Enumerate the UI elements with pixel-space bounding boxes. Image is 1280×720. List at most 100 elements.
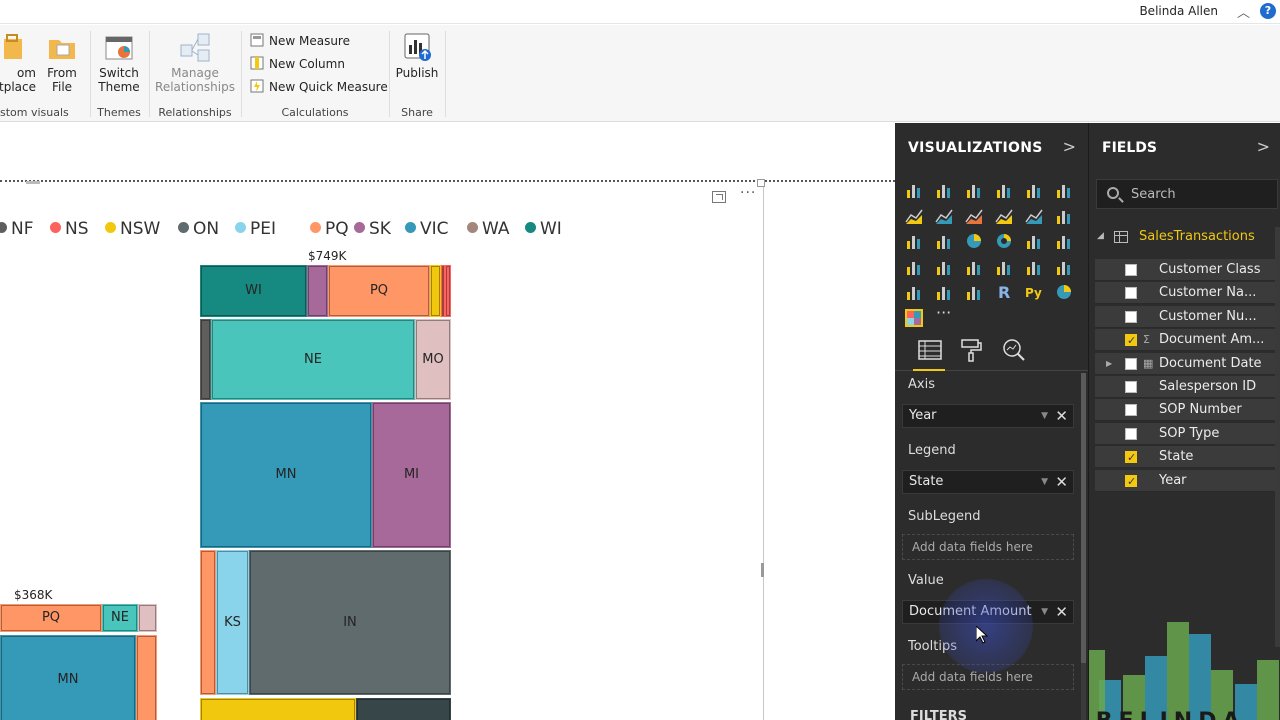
field-checkbox[interactable]	[1125, 310, 1137, 323]
field-item[interactable]: Σ Document Am...	[1095, 329, 1275, 352]
field-checkbox[interactable]	[1125, 471, 1137, 493]
field-item[interactable]: State	[1095, 446, 1275, 469]
kpi-icon[interactable]	[1055, 258, 1073, 276]
new-measure-button[interactable]: New Measure	[250, 32, 350, 50]
chart-segment-pq2[interactable]: PQ	[0, 604, 102, 632]
card-icon[interactable]	[995, 258, 1013, 276]
format-paint-roller-icon[interactable]	[958, 337, 984, 363]
chart-segment-pq[interactable]: PQ	[328, 265, 430, 317]
user-name[interactable]: Belinda Allen	[1139, 4, 1218, 18]
pie-icon[interactable]	[965, 232, 983, 250]
legend-item-wi[interactable]: WI	[525, 219, 562, 239]
field-item[interactable]: Customer Class	[1095, 259, 1275, 281]
ribbon-chart-icon[interactable]	[1055, 207, 1073, 225]
chart-segment-ks[interactable]: KS	[216, 550, 249, 695]
legend-item-nf[interactable]: NF	[0, 219, 34, 239]
chart-segment-dark[interactable]	[356, 698, 451, 720]
stacked-column-icon[interactable]	[935, 181, 953, 199]
filled-map-icon[interactable]	[905, 258, 923, 276]
remove-field-icon[interactable]: ✕	[1055, 471, 1068, 493]
field-checkbox[interactable]	[1125, 427, 1137, 440]
fields-tab-icon[interactable]	[917, 337, 943, 363]
remove-field-icon[interactable]: ✕	[1055, 601, 1068, 623]
field-checkbox[interactable]	[1125, 287, 1137, 300]
field-checkbox[interactable]	[1125, 357, 1137, 370]
axis-well-field[interactable]: Year ▼ ✕	[902, 404, 1074, 428]
manage-relationships-button[interactable]: Manage Relationships	[154, 31, 236, 94]
field-item[interactable]: Year	[1095, 469, 1275, 493]
treemap-icon[interactable]	[1025, 232, 1043, 250]
field-item[interactable]: ▶ ▦ Document Date	[1095, 352, 1275, 375]
field-item[interactable]: Customer Na...	[1095, 282, 1275, 305]
legend-item-sk[interactable]: SK	[354, 219, 391, 239]
area-chart-icon[interactable]	[935, 207, 953, 225]
report-canvas[interactable]: ··· NF NS NSW ON PEI PQ SK VIC WA WI WI PQ NE MO MN MI…	[0, 123, 895, 720]
filters-title[interactable]: FILTERS	[910, 709, 967, 720]
donut-icon[interactable]	[995, 232, 1013, 250]
multirow-card-icon[interactable]	[1025, 258, 1043, 276]
table-node[interactable]: ◢ SalesTransactions	[1089, 227, 1280, 249]
chart-segment-in[interactable]: IN	[249, 550, 451, 695]
legend-item-pei[interactable]: PEI	[235, 219, 276, 239]
expand-triangle-icon[interactable]: ▶	[1106, 353, 1112, 375]
more-visuals-icon[interactable]: ···	[936, 303, 951, 322]
chart-segment-mo[interactable]	[138, 604, 157, 632]
remove-field-icon[interactable]: ✕	[1055, 405, 1068, 427]
wells-scrollbar[interactable]	[1081, 373, 1086, 720]
legend-item-vic[interactable]: VIC	[405, 219, 449, 239]
collapse-ribbon-icon[interactable]: ︿	[1237, 2, 1250, 21]
field-item[interactable]: SOP Number	[1095, 399, 1275, 422]
visual-drag-handle[interactable]	[26, 181, 40, 184]
publish-button[interactable]: Publish	[393, 31, 441, 80]
legend-item-pq[interactable]: PQ	[310, 219, 349, 239]
scrollbar-thumb[interactable]	[1081, 373, 1086, 663]
field-item[interactable]: Customer Nu...	[1095, 305, 1275, 328]
from-file-button[interactable]: From File	[42, 31, 82, 94]
more-options-icon[interactable]: ···	[740, 185, 756, 201]
field-checkbox[interactable]	[1125, 264, 1137, 276]
legend-item-on[interactable]: ON	[178, 219, 219, 239]
chart-segment-pq[interactable]	[200, 550, 216, 695]
chart-segment-mn[interactable]: MN	[200, 402, 372, 548]
python-visual-icon[interactable]: Py	[1025, 283, 1043, 301]
legend-item-ns[interactable]: NS	[50, 219, 89, 239]
chart-segment-nsw[interactable]	[430, 265, 441, 317]
switch-theme-button[interactable]: Switch Theme	[95, 31, 143, 94]
chart-segment-ne[interactable]: NE	[211, 319, 415, 400]
100-column-icon[interactable]	[1055, 181, 1073, 199]
table-visual-icon[interactable]	[935, 283, 953, 301]
visual-resize-handle-right[interactable]	[761, 563, 764, 577]
field-checkbox[interactable]	[1125, 404, 1137, 417]
chart-segment-ns[interactable]	[445, 265, 451, 317]
chart-segment-ne2[interactable]: NE	[102, 604, 138, 632]
field-checkbox[interactable]	[1125, 447, 1137, 469]
map-icon[interactable]	[1055, 232, 1073, 250]
line-column-icon[interactable]	[995, 207, 1013, 225]
matrix-icon[interactable]	[965, 283, 983, 301]
clustered-bar-icon[interactable]	[965, 181, 983, 199]
analytics-magnifier-icon[interactable]	[1001, 337, 1027, 363]
clustered-column-icon[interactable]	[995, 181, 1013, 199]
100-bar-icon[interactable]	[1025, 181, 1043, 199]
sublegend-drop-zone[interactable]: Add data fields here	[902, 534, 1074, 560]
globe-icon[interactable]	[1055, 283, 1073, 301]
legend-item-nsw[interactable]: NSW	[105, 219, 160, 239]
funnel-icon[interactable]	[935, 258, 953, 276]
focus-mode-icon[interactable]	[712, 191, 726, 203]
dropdown-arrow-icon[interactable]: ▼	[1041, 601, 1048, 623]
dropdown-arrow-icon[interactable]: ▼	[1041, 471, 1048, 493]
visual-resize-handle[interactable]	[757, 179, 765, 187]
legend-item-wa[interactable]: WA	[467, 219, 510, 239]
new-quick-measure-button[interactable]: New Quick Measure	[250, 78, 388, 96]
chart-segment-nf[interactable]	[200, 319, 211, 400]
stacked-area-icon[interactable]	[965, 207, 983, 225]
line-clustered-icon[interactable]	[1025, 207, 1043, 225]
chart-segment-mo[interactable]: MO	[415, 319, 451, 400]
legend-well-field[interactable]: State ▼ ✕	[902, 470, 1074, 494]
from-marketplace-button[interactable]: om etplace	[0, 31, 36, 94]
search-input[interactable]	[1131, 185, 1271, 203]
custom-visual-icon[interactable]	[905, 308, 923, 327]
new-column-button[interactable]: New Column	[250, 55, 345, 73]
chart-segment-mi[interactable]: MI	[372, 402, 451, 548]
chart-segment-wi[interactable]: WI	[200, 265, 307, 317]
